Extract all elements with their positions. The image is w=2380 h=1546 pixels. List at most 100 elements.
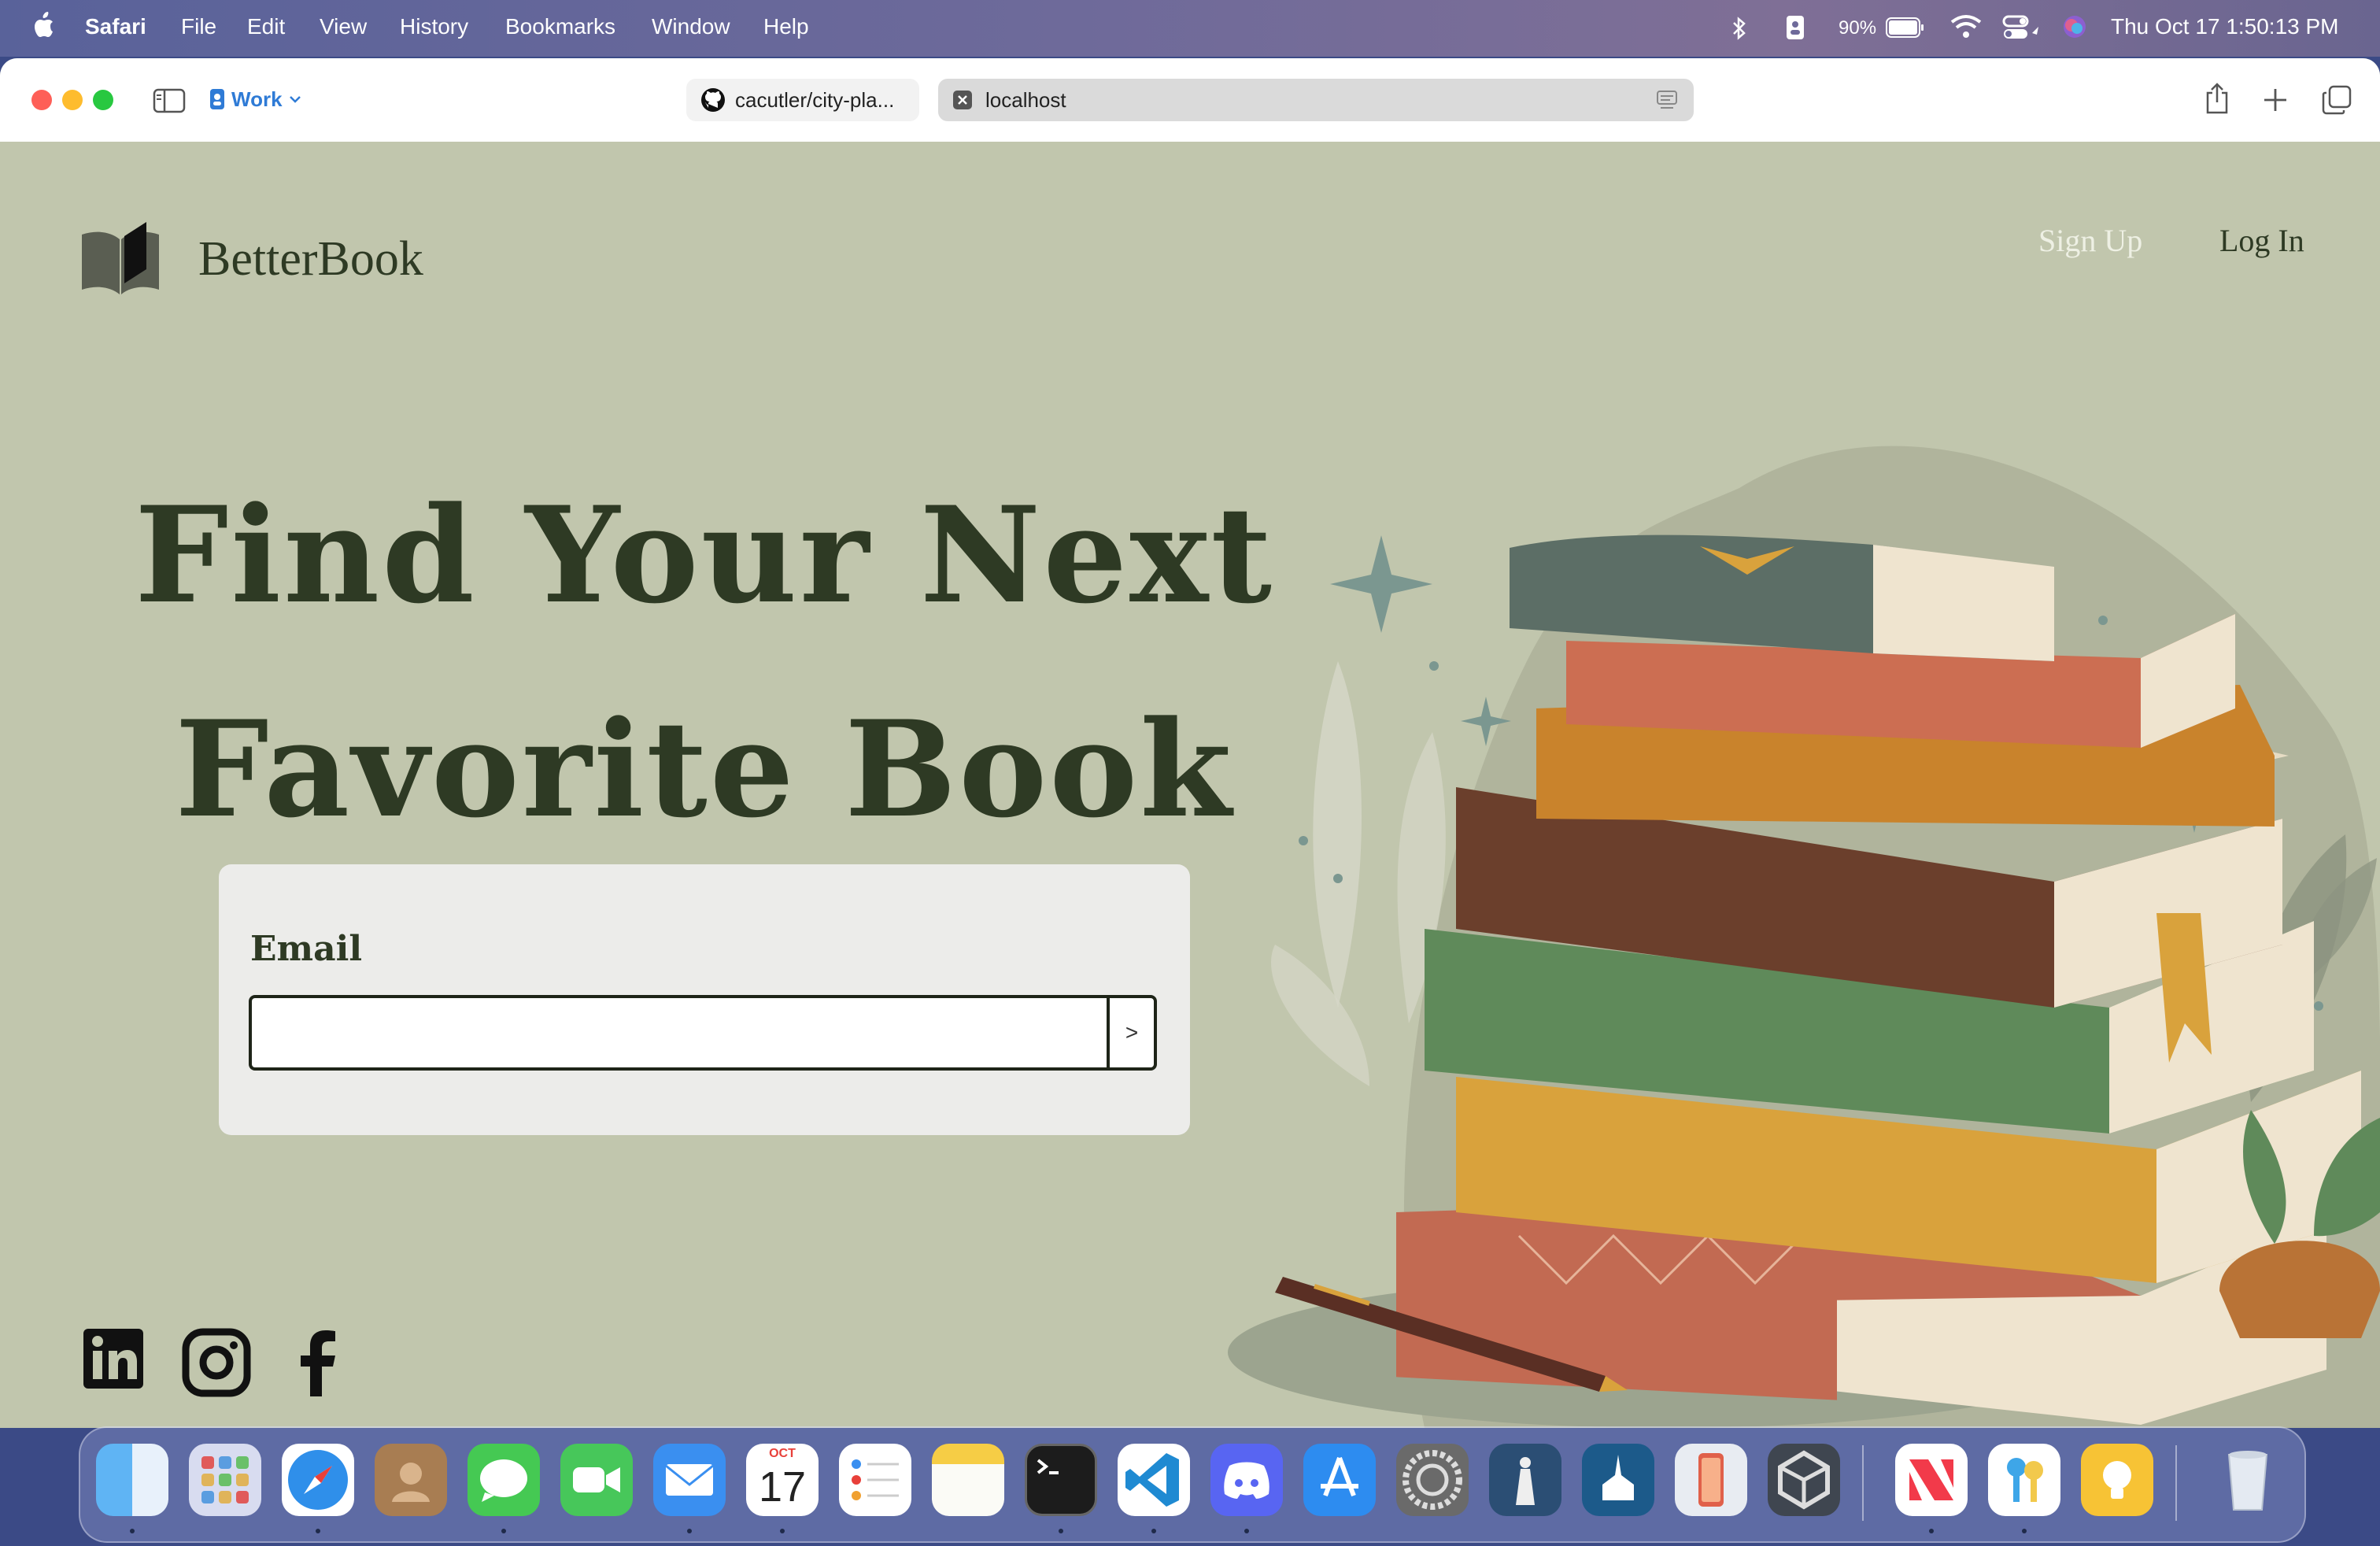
minimize-window-button[interactable]	[62, 90, 83, 110]
contacts-icon[interactable]	[375, 1444, 447, 1516]
messages-icon[interactable]	[468, 1444, 540, 1516]
profile-badge-icon	[210, 89, 224, 109]
finder-icon[interactable]	[96, 1444, 168, 1516]
sidebar-toggle-icon[interactable]	[153, 88, 186, 113]
tab-localhost[interactable]: localhost	[938, 79, 1694, 121]
siri-icon[interactable]	[2062, 14, 2087, 39]
phone-icon	[1698, 1453, 1724, 1507]
dock-separator-2	[2175, 1445, 2177, 1521]
share-icon[interactable]	[2204, 82, 2230, 115]
app-store-icon[interactable]	[1303, 1444, 1376, 1516]
new-tab-icon[interactable]	[2262, 87, 2289, 113]
tips-icon[interactable]	[2081, 1444, 2153, 1516]
gospel-library-icon[interactable]	[1489, 1444, 1561, 1516]
close-window-button[interactable]	[31, 90, 52, 110]
passwords-icon[interactable]	[1988, 1444, 2060, 1516]
tab-localhost-title: localhost	[985, 87, 1066, 112]
prompt-icon	[1037, 1459, 1059, 1474]
vscode-logo-icon	[1125, 1453, 1179, 1507]
vscode-running-dot	[1151, 1529, 1156, 1533]
passwords-running-dot	[2022, 1529, 2027, 1533]
dock: OCT 17	[79, 1426, 2306, 1543]
vscode-icon[interactable]	[1118, 1444, 1190, 1516]
email-label: Email	[250, 929, 363, 969]
bluetooth-icon[interactable]	[1731, 16, 1747, 41]
unity-icon[interactable]	[1768, 1444, 1840, 1516]
email-input[interactable]	[249, 995, 1107, 1071]
login-link[interactable]: Log In	[2219, 222, 2304, 259]
battery-icon[interactable]	[1886, 17, 1925, 38]
browser-window: Work cacutler/city-pla... localhost Bett…	[0, 58, 2380, 1428]
signup-card: Email >	[219, 864, 1190, 1135]
trash-icon[interactable]	[2212, 1444, 2284, 1516]
tab-overview-icon[interactable]	[2322, 85, 2352, 115]
menu-edit[interactable]: Edit	[247, 14, 285, 39]
facetime-icon[interactable]	[560, 1444, 633, 1516]
github-icon	[701, 88, 725, 112]
mail-running-dot	[687, 1529, 692, 1533]
discord-running-dot	[1244, 1529, 1249, 1533]
menu-app-name[interactable]: Safari	[85, 14, 146, 39]
close-tab-icon[interactable]	[952, 90, 973, 110]
open-book-logo-icon	[82, 222, 159, 294]
launchpad-grid-icon	[201, 1456, 249, 1503]
app-store-logo-icon	[1321, 1456, 1358, 1497]
book-stack-illustration	[1228, 446, 2380, 1428]
tab-github-title: cacutler/city-pla...	[735, 87, 895, 112]
profile-switcher[interactable]: Work	[209, 83, 301, 115]
menu-file[interactable]: File	[181, 14, 216, 39]
headline-line-1: Find Your Next	[135, 477, 1274, 633]
control-center-icon[interactable]	[2002, 14, 2042, 41]
instagram-icon[interactable]	[181, 1327, 252, 1398]
reminders-icon[interactable]	[839, 1444, 911, 1516]
discord-logo-icon	[1224, 1462, 1269, 1499]
statue-icon	[1516, 1457, 1535, 1505]
envelope-icon	[665, 1464, 714, 1496]
news-icon[interactable]	[1895, 1444, 1968, 1516]
launchpad-icon[interactable]	[189, 1444, 261, 1516]
news-logo-icon	[1909, 1459, 1953, 1500]
battery-percent: 90%	[1839, 17, 1877, 39]
brand-name: BetterBook	[198, 231, 423, 286]
menu-history[interactable]: History	[400, 14, 468, 39]
calendar-icon[interactable]: OCT 17	[746, 1444, 819, 1516]
browser-toolbar: Work cacutler/city-pla... localhost	[0, 58, 2380, 142]
news-running-dot	[1929, 1529, 1934, 1533]
id-badge-icon[interactable]	[1785, 14, 1805, 41]
safari-icon[interactable]	[282, 1444, 354, 1516]
reader-mode-icon[interactable]	[1656, 90, 1678, 110]
video-camera-icon	[573, 1467, 620, 1492]
terminal-icon[interactable]	[1025, 1444, 1097, 1516]
system-settings-icon[interactable]	[1396, 1444, 1469, 1516]
messages-running-dot	[501, 1529, 506, 1533]
menu-view[interactable]: View	[320, 14, 367, 39]
apple-menu-icon[interactable]	[31, 11, 55, 39]
iphone-mirroring-icon[interactable]	[1675, 1444, 1747, 1516]
facebook-icon[interactable]	[299, 1329, 338, 1396]
discord-icon[interactable]	[1210, 1444, 1283, 1516]
compass-icon	[288, 1450, 348, 1510]
church-app-icon[interactable]	[1582, 1444, 1654, 1516]
checklist-icon	[852, 1459, 899, 1500]
menu-bookmarks[interactable]: Bookmarks	[505, 14, 615, 39]
trash-can-icon	[2227, 1451, 2268, 1511]
menu-help[interactable]: Help	[763, 14, 809, 39]
mail-icon[interactable]	[653, 1444, 726, 1516]
chevron-down-icon	[289, 96, 301, 103]
keys-icon	[2007, 1458, 2043, 1502]
menu-window[interactable]: Window	[652, 14, 730, 39]
tab-github[interactable]: cacutler/city-pla...	[686, 79, 919, 121]
calendar-month: OCT	[769, 1447, 796, 1460]
finder-running-dot	[130, 1529, 135, 1533]
signup-link[interactable]: Sign Up	[2038, 222, 2142, 259]
web-page: BetterBook Sign Up Log In Find Your Next…	[0, 142, 2380, 1428]
terminal-running-dot	[1059, 1529, 1063, 1533]
notes-icon[interactable]	[932, 1444, 1004, 1516]
submit-email-button[interactable]: >	[1107, 995, 1157, 1071]
menu-datetime[interactable]: Thu Oct 17 1:50:13 PM	[2111, 14, 2339, 39]
site-logo[interactable]: BetterBook	[79, 220, 423, 298]
calendar-running-dot	[780, 1529, 785, 1533]
linkedin-icon[interactable]	[82, 1327, 145, 1390]
wifi-icon[interactable]	[1950, 14, 1982, 39]
zoom-window-button[interactable]	[93, 90, 113, 110]
